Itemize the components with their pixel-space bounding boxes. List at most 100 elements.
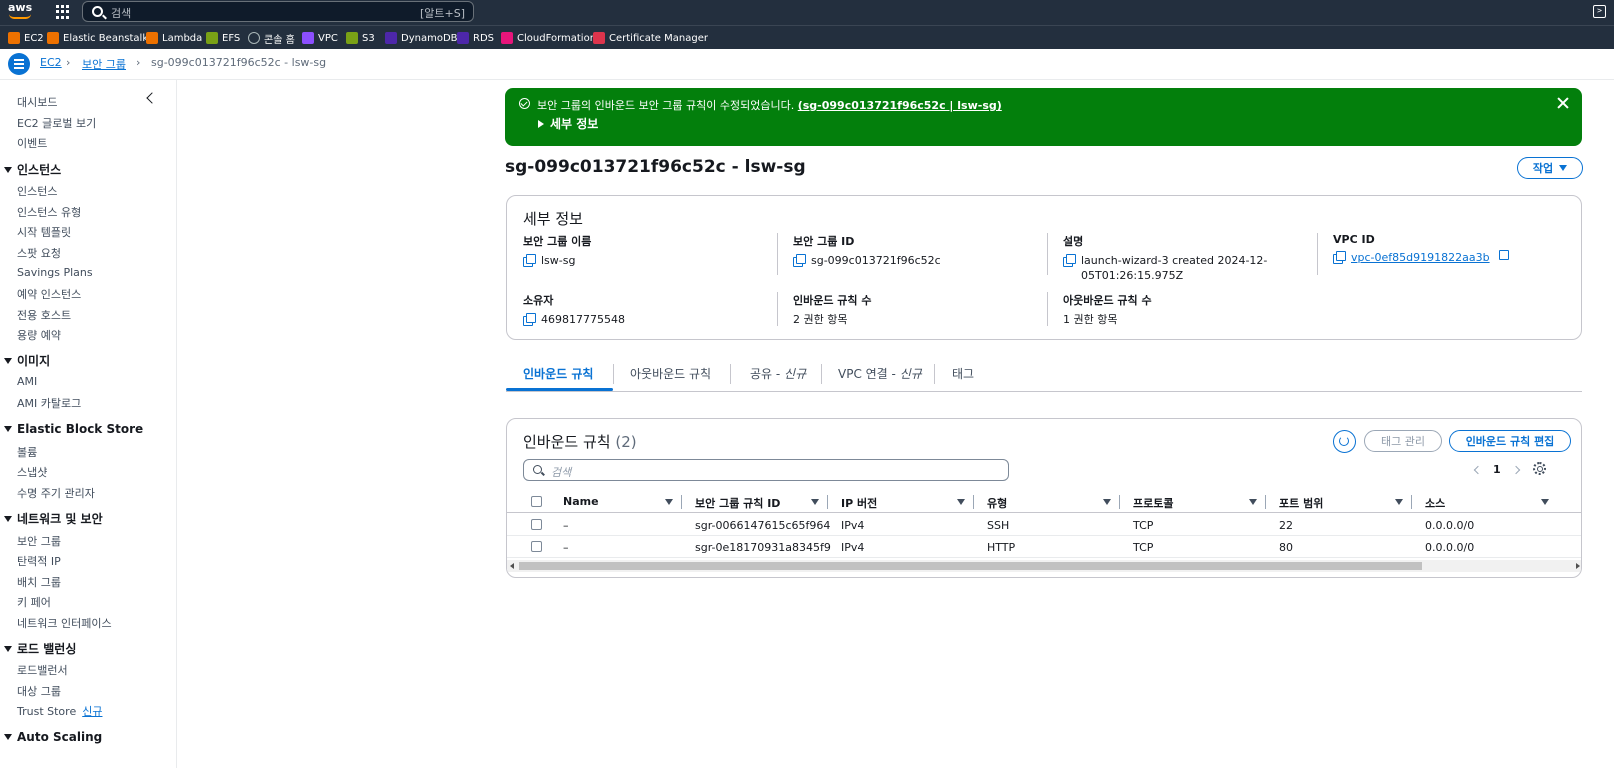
sort-icon[interactable] <box>811 499 819 505</box>
sidebar-item-key-pairs[interactable]: 키 페어 <box>17 594 51 610</box>
gear-icon[interactable] <box>1533 462 1546 475</box>
tab-outbound-rules[interactable]: 아웃바운드 규칙 <box>630 365 711 382</box>
sidebar-item-spot-requests[interactable]: 스팟 요청 <box>17 245 61 261</box>
sidebar-item-ami-catalog[interactable]: AMI 카탈로그 <box>17 395 81 411</box>
sidebar-section-images[interactable]: 이미지 <box>4 352 50 369</box>
favorite-ec2[interactable]: EC2 <box>8 31 44 45</box>
sort-icon[interactable] <box>1249 499 1257 505</box>
copy-icon[interactable] <box>1333 251 1346 264</box>
table-row[interactable]: – sgr-0066147615c65f964 IPv4 SSH TCP 22 … <box>507 514 1581 536</box>
favorite-console-home[interactable]: 콘솔 홈 <box>248 31 295 46</box>
sidebar-item-instance-types[interactable]: 인스턴스 유형 <box>17 204 81 220</box>
sidebar-section-instances[interactable]: 인스턴스 <box>4 161 61 178</box>
copy-icon[interactable] <box>793 254 806 267</box>
favorite-cloudformation[interactable]: CloudFormation <box>501 31 596 45</box>
column-name[interactable]: Name <box>563 495 599 508</box>
tab-sharing[interactable]: 공유 - 신규 <box>750 365 806 382</box>
edit-inbound-rules-button[interactable]: 인바운드 규칙 편집 <box>1449 430 1571 452</box>
sidebar-section-load-balancing[interactable]: 로드 밸런싱 <box>4 640 76 657</box>
side-navigation-toggle[interactable] <box>8 53 30 75</box>
scrollbar-thumb[interactable] <box>519 562 1422 570</box>
column-source[interactable]: 소스 <box>1425 495 1445 511</box>
table-row[interactable]: – sgr-0e18170931a8345f9 IPv4 HTTP TCP 80… <box>507 536 1581 558</box>
row-checkbox[interactable] <box>531 541 542 552</box>
sidebar-item-global-view[interactable]: EC2 글로벌 보기 <box>17 115 96 131</box>
sidebar-item-dashboard[interactable]: 대시보드 <box>17 94 57 110</box>
sidebar-item-launch-templates[interactable]: 시작 템플릿 <box>17 224 71 240</box>
sidebar-item-reserved-instances[interactable]: 예약 인스턴스 <box>17 286 81 302</box>
sidebar-item-security-groups[interactable]: 보안 그룹 <box>17 533 61 549</box>
next-page-icon[interactable] <box>1511 465 1520 474</box>
sidebar-item-ami[interactable]: AMI <box>17 375 37 388</box>
sidebar-item-target-groups[interactable]: 대상 그룹 <box>17 683 61 699</box>
breadcrumb-ec2[interactable]: EC2 <box>40 56 62 69</box>
scroll-left-icon[interactable] <box>510 563 514 569</box>
breadcrumb-security-groups[interactable]: 보안 그룹 <box>82 56 126 72</box>
sort-icon[interactable] <box>665 499 673 505</box>
copy-icon[interactable] <box>1063 254 1076 267</box>
favorite-efs[interactable]: EFS <box>206 31 240 45</box>
page-title: sg-099c013721f96c52c - lsw-sg <box>505 157 806 177</box>
row-checkbox[interactable] <box>531 519 542 530</box>
sidebar-item-snapshots[interactable]: 스냅샷 <box>17 464 47 480</box>
sidebar-item-events[interactable]: 이벤트 <box>17 135 47 151</box>
global-search-input[interactable]: 검색 [알트+S] <box>82 1 474 22</box>
sidebar-item-elastic-ips[interactable]: 탄력적 IP <box>17 553 61 569</box>
favorite-s3[interactable]: S3 <box>346 31 375 45</box>
sidebar-section-network-security[interactable]: 네트워크 및 보안 <box>4 510 103 527</box>
column-ip-version[interactable]: IP 버전 <box>841 495 877 511</box>
column-rule-id[interactable]: 보안 그룹 규칙 ID <box>695 495 780 511</box>
details-panel: 세부 정보 보안 그룹 이름 lsw-sg 보안 그룹 ID sg-099c01… <box>506 195 1582 340</box>
previous-page-icon[interactable] <box>1473 465 1483 474</box>
flash-security-group-link[interactable]: (sg-099c013721f96c52c | lsw-sg) <box>798 99 1002 112</box>
flash-details-toggle[interactable]: 세부 정보 <box>538 115 598 132</box>
sidebar-item-savings-plans[interactable]: Savings Plans <box>17 266 93 279</box>
services-grid-icon[interactable] <box>56 5 70 19</box>
column-protocol[interactable]: 프로토콜 <box>1133 495 1173 511</box>
favorite-certificate-manager[interactable]: Certificate Manager <box>593 31 708 45</box>
tab-inbound-rules[interactable]: 인바운드 규칙 <box>523 365 593 382</box>
scroll-right-icon[interactable] <box>1576 563 1580 569</box>
actions-button[interactable]: 작업 <box>1517 157 1583 179</box>
horizontal-scrollbar[interactable] <box>507 560 1581 572</box>
tab-tags[interactable]: 태그 <box>952 365 974 382</box>
sort-icon[interactable] <box>1103 499 1111 505</box>
copy-icon[interactable] <box>523 254 536 267</box>
sidebar-item-placement-groups[interactable]: 배치 그룹 <box>17 574 61 590</box>
certificate-manager-icon <box>593 32 605 44</box>
favorite-rds[interactable]: RDS <box>457 31 494 45</box>
sidebar-section-ebs[interactable]: Elastic Block Store <box>4 422 143 436</box>
collapse-sidebar-icon[interactable] <box>146 92 158 104</box>
sidebar-item-trust-stores[interactable]: Trust Store 신규 <box>17 703 102 719</box>
column-port-range[interactable]: 포트 범위 <box>1279 495 1323 511</box>
breadcrumb-separator: › <box>136 56 141 69</box>
manage-tags-button[interactable]: 태그 관리 <box>1364 430 1442 452</box>
sort-icon[interactable] <box>1395 499 1403 505</box>
sidebar-item-dedicated-hosts[interactable]: 전용 호스트 <box>17 307 71 323</box>
favorite-lambda[interactable]: Lambda <box>146 31 202 45</box>
rules-search-input[interactable]: 검색 <box>523 459 1009 481</box>
sidebar-section-auto-scaling[interactable]: Auto Scaling <box>4 730 102 744</box>
current-page[interactable]: 1 <box>1493 463 1501 476</box>
sort-icon[interactable] <box>1541 499 1549 505</box>
favorite-vpc[interactable]: VPC <box>302 31 338 45</box>
s3-icon <box>346 32 358 44</box>
sidebar-item-load-balancers[interactable]: 로드밸런서 <box>17 662 68 678</box>
tab-vpc-associations[interactable]: VPC 연결 - 신규 <box>838 365 922 382</box>
vpc-id-link[interactable]: vpc-0ef85d9191822aa3b <box>1351 250 1490 265</box>
copy-icon[interactable] <box>523 313 536 326</box>
cloudshell-icon[interactable]: > <box>1593 5 1606 18</box>
favorite-dynamodb[interactable]: DynamoDB <box>385 31 458 45</box>
close-icon[interactable] <box>1556 96 1570 110</box>
column-type[interactable]: 유형 <box>987 495 1007 511</box>
refresh-icon[interactable] <box>1333 430 1356 453</box>
sidebar-item-network-interfaces[interactable]: 네트워크 인터페이스 <box>17 615 112 631</box>
aws-logo[interactable]: aws <box>8 2 32 22</box>
sidebar-item-capacity-reservations[interactable]: 용량 예약 <box>17 327 61 343</box>
favorite-elastic-beanstalk[interactable]: Elastic Beanstalk <box>47 31 148 45</box>
sidebar-item-lifecycle-manager[interactable]: 수명 주기 관리자 <box>17 485 95 501</box>
sort-icon[interactable] <box>957 499 965 505</box>
sidebar-item-instances[interactable]: 인스턴스 <box>17 183 57 199</box>
select-all-checkbox[interactable] <box>531 496 542 507</box>
sidebar-item-volumes[interactable]: 볼륨 <box>17 444 37 460</box>
